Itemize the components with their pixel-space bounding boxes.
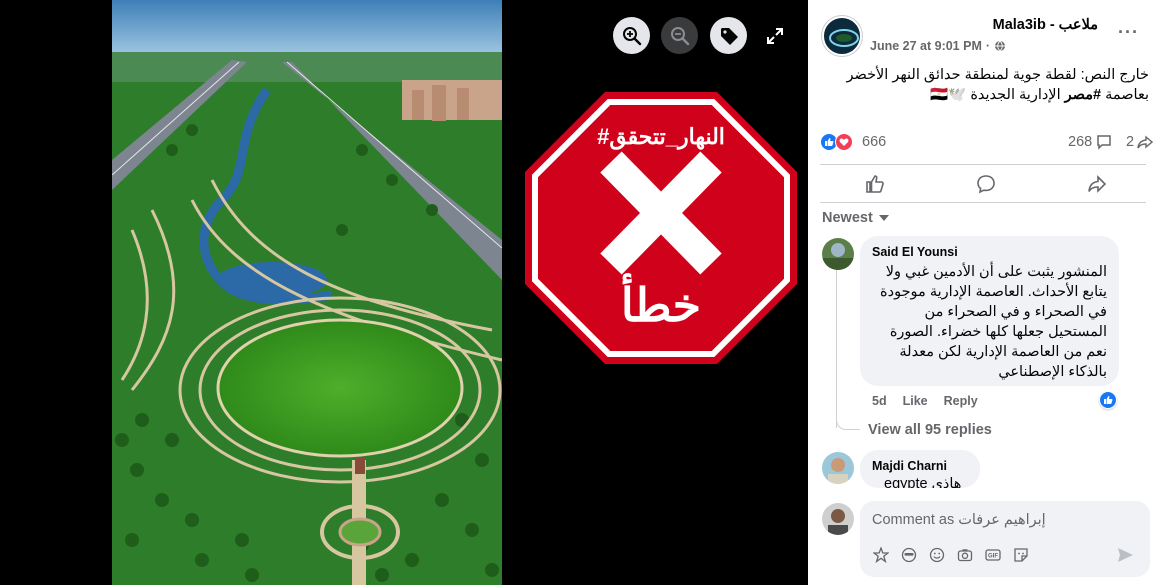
stamp-verdict: خطأ [620, 279, 702, 331]
thread-connector [836, 412, 860, 430]
person-avatar-icon [822, 503, 854, 535]
avatar[interactable] [822, 452, 854, 484]
avatar-face-icon[interactable] [900, 546, 918, 564]
share-button[interactable] [1083, 170, 1111, 198]
false-verdict-stamp: #النهار_تتحقق خطأ [525, 92, 797, 364]
share-icon [1088, 175, 1107, 193]
comment-bubble: Majdi Charni egypte هاذي [860, 450, 980, 488]
comment-like-link[interactable]: Like [903, 394, 928, 408]
photo-viewer: #النهار_تتحقق خطأ [0, 0, 808, 585]
comment-text: المنشور يثبت على أن الأدمين غبي ولا يتاب… [880, 264, 1107, 380]
zoom-in-icon [622, 26, 641, 45]
person-avatar-icon [822, 452, 854, 484]
post-date[interactable]: June 27 at 9:01 PM [870, 39, 982, 53]
caret-down-icon [878, 215, 889, 221]
svg-text:GIF: GIF [988, 554, 998, 560]
fullscreen-icon[interactable] [765, 26, 785, 46]
comment-author[interactable]: Majdi Charni [872, 459, 947, 473]
comment-author[interactable]: Said El Younsi [872, 245, 958, 259]
divider [820, 164, 1146, 165]
comment-bubble: Said El Younsi المنشور يثبت على أن الأدم… [860, 236, 1119, 386]
comment-count[interactable]: 268 [1068, 134, 1112, 150]
current-user-avatar[interactable] [822, 503, 854, 535]
tag-photo-button[interactable] [710, 17, 747, 54]
post-text: خارج النص: لقطة جوية لمنطقة حدائق النهر … [829, 65, 1150, 105]
meta-separator: · [985, 39, 991, 53]
gif-icon[interactable]: GIF [984, 546, 1002, 564]
share-count-value: 2 [1126, 134, 1135, 150]
post-text-suffix: الإدارية الجديدة 🕊️🇪🇬 [930, 87, 1065, 103]
thumbs-up-icon [866, 175, 884, 193]
comment-icon [977, 175, 995, 194]
avatar-sticker-icon[interactable] [872, 546, 890, 564]
more-options-button[interactable]: ··· [1118, 22, 1139, 43]
love-reaction-icon [835, 133, 853, 151]
send-icon[interactable] [1116, 546, 1134, 564]
comment-count-value: 268 [1068, 134, 1093, 150]
stadium-logo-icon [829, 29, 859, 47]
comment-sort-dropdown[interactable]: Newest [822, 210, 889, 226]
reactions-row: 666 268 2 [820, 133, 1153, 155]
page-name[interactable]: ملاعب - Mala3ib [993, 17, 1098, 33]
thread-line [836, 270, 837, 428]
zoom-out-icon [670, 26, 689, 45]
comment-actions: 5d Like Reply [872, 394, 978, 408]
comment-reply-link[interactable]: Reply [944, 394, 978, 408]
comment-text: egypte هاذي [884, 476, 962, 488]
hashtag-link[interactable]: #مصر [1065, 87, 1101, 103]
divider [820, 202, 1146, 203]
composer-placeholder[interactable]: Comment as إبراهيم عرفات [872, 512, 1046, 528]
share-count[interactable]: 2 [1126, 134, 1153, 150]
reaction-count[interactable]: 666 [862, 134, 886, 150]
share-arrow-icon [1137, 135, 1153, 149]
post-text-line2: بعاصمة #مصر الإدارية الجديدة 🕊️🇪🇬 [829, 85, 1149, 105]
thumbs-up-icon [1104, 396, 1113, 404]
post-panel: ملاعب - Mala3ib June 27 at 9:01 PM · ···… [808, 0, 1153, 585]
comment-button[interactable] [972, 170, 1000, 198]
comment-age[interactable]: 5d [872, 394, 887, 408]
landscape-avatar-icon [822, 238, 854, 270]
stamp-hashtag: #النهار_تتحقق [597, 124, 725, 149]
comment-bubble-icon [1097, 135, 1111, 150]
aerial-park-photo[interactable] [112, 0, 502, 585]
comment-composer[interactable]: Comment as إبراهيم عرفات GIF [860, 501, 1150, 577]
comment-like-badge[interactable] [1099, 391, 1117, 409]
avatar[interactable] [822, 238, 854, 270]
post-meta: June 27 at 9:01 PM · [870, 39, 1006, 53]
post-text-line1: خارج النص: لقطة جوية لمنطقة حدائق النهر … [846, 67, 1150, 83]
zoom-in-button[interactable] [613, 17, 650, 54]
globe-icon [995, 40, 1006, 52]
sort-label: Newest [822, 210, 873, 226]
like-button[interactable] [861, 170, 889, 198]
reaction-icons[interactable] [820, 133, 853, 151]
sticker-icon[interactable] [1012, 546, 1030, 564]
camera-icon[interactable] [956, 546, 974, 564]
emoji-icon[interactable] [928, 546, 946, 564]
tag-icon [720, 27, 738, 45]
post-text-prefix: بعاصمة [1101, 87, 1149, 103]
view-replies-link[interactable]: View all 95 replies [868, 422, 992, 438]
zoom-out-button[interactable] [661, 17, 698, 54]
page-avatar[interactable] [822, 16, 862, 56]
